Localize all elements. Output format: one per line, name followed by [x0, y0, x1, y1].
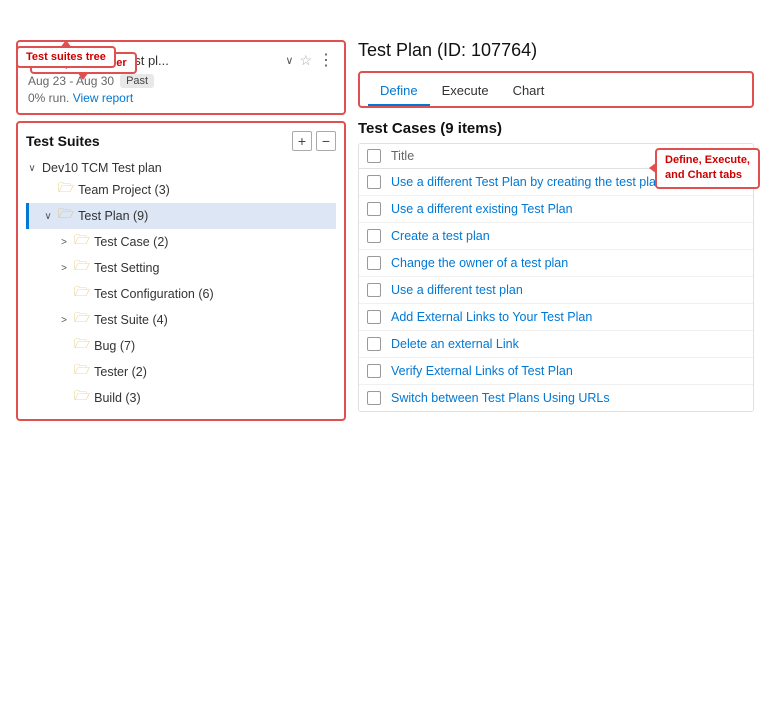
- table-row[interactable]: Use a different existing Test Plan: [359, 196, 753, 223]
- title-column-header: Title: [391, 149, 414, 163]
- suites-title: Test Suites: [26, 133, 100, 149]
- table-row[interactable]: Delete an external Link: [359, 331, 753, 358]
- view-report-link[interactable]: View report: [73, 91, 133, 105]
- past-badge: Past: [120, 74, 154, 88]
- tree-item[interactable]: > 🗁 Test Case (2): [26, 229, 336, 255]
- tree-item-wrapper: ∨ 🗁 Test Plan (9): [26, 203, 336, 229]
- folder-icon: 🗁: [74, 257, 90, 279]
- tree-item[interactable]: 🗁 Test Configuration (6): [26, 281, 336, 307]
- row-checkbox[interactable]: [367, 202, 381, 216]
- expand-icon[interactable]: >: [58, 263, 70, 274]
- test-cases-rows: Use a different Test Plan by creating th…: [359, 169, 753, 411]
- expand-icon[interactable]: ∨: [42, 211, 54, 222]
- tree-item-wrapper: 🗁 Tester (2): [26, 359, 336, 385]
- test-cases-heading: Test Cases (9 items): [358, 120, 754, 137]
- tree-item[interactable]: > 🗁 Test Suite (4): [26, 307, 336, 333]
- expand-icon[interactable]: ∨: [26, 163, 38, 174]
- select-all-checkbox[interactable]: [367, 149, 381, 163]
- row-checkbox[interactable]: [367, 283, 381, 297]
- table-row[interactable]: Use a different test plan: [359, 277, 753, 304]
- row-checkbox[interactable]: [367, 337, 381, 351]
- tree-label: Dev10 TCM Test plan: [42, 161, 162, 175]
- tree-item-wrapper: > 🗁 Test Case (2): [26, 229, 336, 255]
- tree-item-wrapper: 🗁 Test Configuration (6): [26, 281, 336, 307]
- tree-item[interactable]: 🗁 Tester (2): [26, 359, 336, 385]
- tree-label: Build (3): [94, 391, 141, 405]
- test-case-link[interactable]: Verify External Links of Test Plan: [391, 364, 573, 378]
- left-panel: ← Dev10 TCM Test pl... ∨ ☆ ⋮ Aug 23 - Au…: [16, 40, 346, 421]
- tree-item-wrapper: 🗁 Team Project (3): [26, 177, 336, 203]
- tree-label: Test Plan (9): [78, 209, 148, 223]
- right-panel: Test Plan (ID: 107764) DefineExecuteChar…: [358, 40, 754, 421]
- test-case-link[interactable]: Change the owner of a test plan: [391, 256, 568, 270]
- tree-item-wrapper: > 🗁 Test Setting: [26, 255, 336, 281]
- tree-label: Team Project (3): [78, 183, 170, 197]
- tab-execute[interactable]: Execute: [430, 77, 501, 106]
- collapse-suite-button[interactable]: −: [316, 131, 336, 151]
- tree-item[interactable]: ∨ 🗁 Test Plan (9): [26, 203, 336, 229]
- folder-icon: 🗁: [74, 361, 90, 383]
- test-case-link[interactable]: Use a different existing Test Plan: [391, 202, 573, 216]
- tree-label: Test Configuration (6): [94, 287, 214, 301]
- tree-label: Test Setting: [94, 261, 159, 275]
- folder-icon: 🗁: [74, 231, 90, 253]
- table-row[interactable]: Verify External Links of Test Plan: [359, 358, 753, 385]
- test-case-link[interactable]: Switch between Test Plans Using URLs: [391, 391, 610, 405]
- folder-icon: 🗁: [74, 309, 90, 331]
- table-row[interactable]: Change the owner of a test plan: [359, 250, 753, 277]
- date-range: Aug 23 - Aug 30: [28, 74, 114, 88]
- test-suites-box: Test Suites + − ∨ Dev10 TCM Test plan 🗁 Te…: [16, 121, 346, 421]
- tree-label: Tester (2): [94, 365, 147, 379]
- tree-label: Bug (7): [94, 339, 135, 353]
- row-checkbox[interactable]: [367, 364, 381, 378]
- test-case-link[interactable]: Add External Links to Your Test Plan: [391, 310, 592, 324]
- plan-id-heading: Test Plan (ID: 107764): [358, 40, 754, 61]
- row-checkbox[interactable]: [367, 310, 381, 324]
- annotation-tabs: Define, Execute, and Chart tabs: [655, 148, 760, 189]
- tabs-container: DefineExecuteChart: [358, 71, 754, 108]
- table-row[interactable]: Switch between Test Plans Using URLs: [359, 385, 753, 411]
- folder-icon: 🗁: [74, 283, 90, 305]
- test-case-link[interactable]: Delete an external Link: [391, 337, 519, 351]
- add-suite-button[interactable]: +: [292, 131, 312, 151]
- test-case-link[interactable]: Use a different test plan: [391, 283, 523, 297]
- test-case-link[interactable]: Create a test plan: [391, 229, 490, 243]
- tree-item-wrapper: ∨ Dev10 TCM Test plan: [26, 159, 336, 177]
- run-percent: 0% run.: [28, 91, 69, 105]
- tree-item-wrapper: 🗁 Build (3): [26, 385, 336, 411]
- suites-tree: ∨ Dev10 TCM Test plan 🗁 Team Project (3) ∨ 🗁…: [26, 159, 336, 411]
- tree-label: Test Suite (4): [94, 313, 168, 327]
- tree-item-wrapper: > 🗁 Test Suite (4): [26, 307, 336, 333]
- folder-icon: 🗁: [74, 387, 90, 409]
- tree-item[interactable]: ∨ Dev10 TCM Test plan: [26, 159, 336, 177]
- folder-icon: 🗁: [58, 179, 74, 201]
- row-checkbox[interactable]: [367, 229, 381, 243]
- tree-item[interactable]: 🗁 Build (3): [26, 385, 336, 411]
- expand-icon[interactable]: >: [58, 315, 70, 326]
- folder-icon: 🗁: [58, 205, 74, 227]
- row-checkbox[interactable]: [367, 175, 381, 189]
- test-case-link[interactable]: Use a different Test Plan by creating th…: [391, 175, 663, 189]
- selected-indicator: [26, 203, 29, 229]
- tree-item[interactable]: 🗁 Team Project (3): [26, 177, 336, 203]
- table-row[interactable]: Create a test plan: [359, 223, 753, 250]
- dropdown-chevron-icon[interactable]: ∨: [285, 54, 293, 67]
- more-options-icon[interactable]: ⋮: [318, 50, 334, 70]
- tree-item-wrapper: 🗁 Bug (7): [26, 333, 336, 359]
- star-icon[interactable]: ☆: [299, 52, 312, 69]
- tab-define[interactable]: Define: [368, 77, 430, 106]
- tree-item[interactable]: 🗁 Bug (7): [26, 333, 336, 359]
- table-row[interactable]: Add External Links to Your Test Plan: [359, 304, 753, 331]
- expand-icon[interactable]: >: [58, 237, 70, 248]
- tree-label: Test Case (2): [94, 235, 168, 249]
- annotation-test-suites-tree: Test suites tree: [16, 46, 116, 68]
- row-checkbox[interactable]: [367, 391, 381, 405]
- tree-item[interactable]: > 🗁 Test Setting: [26, 255, 336, 281]
- folder-icon: 🗁: [74, 335, 90, 357]
- row-checkbox[interactable]: [367, 256, 381, 270]
- tab-chart[interactable]: Chart: [501, 77, 557, 106]
